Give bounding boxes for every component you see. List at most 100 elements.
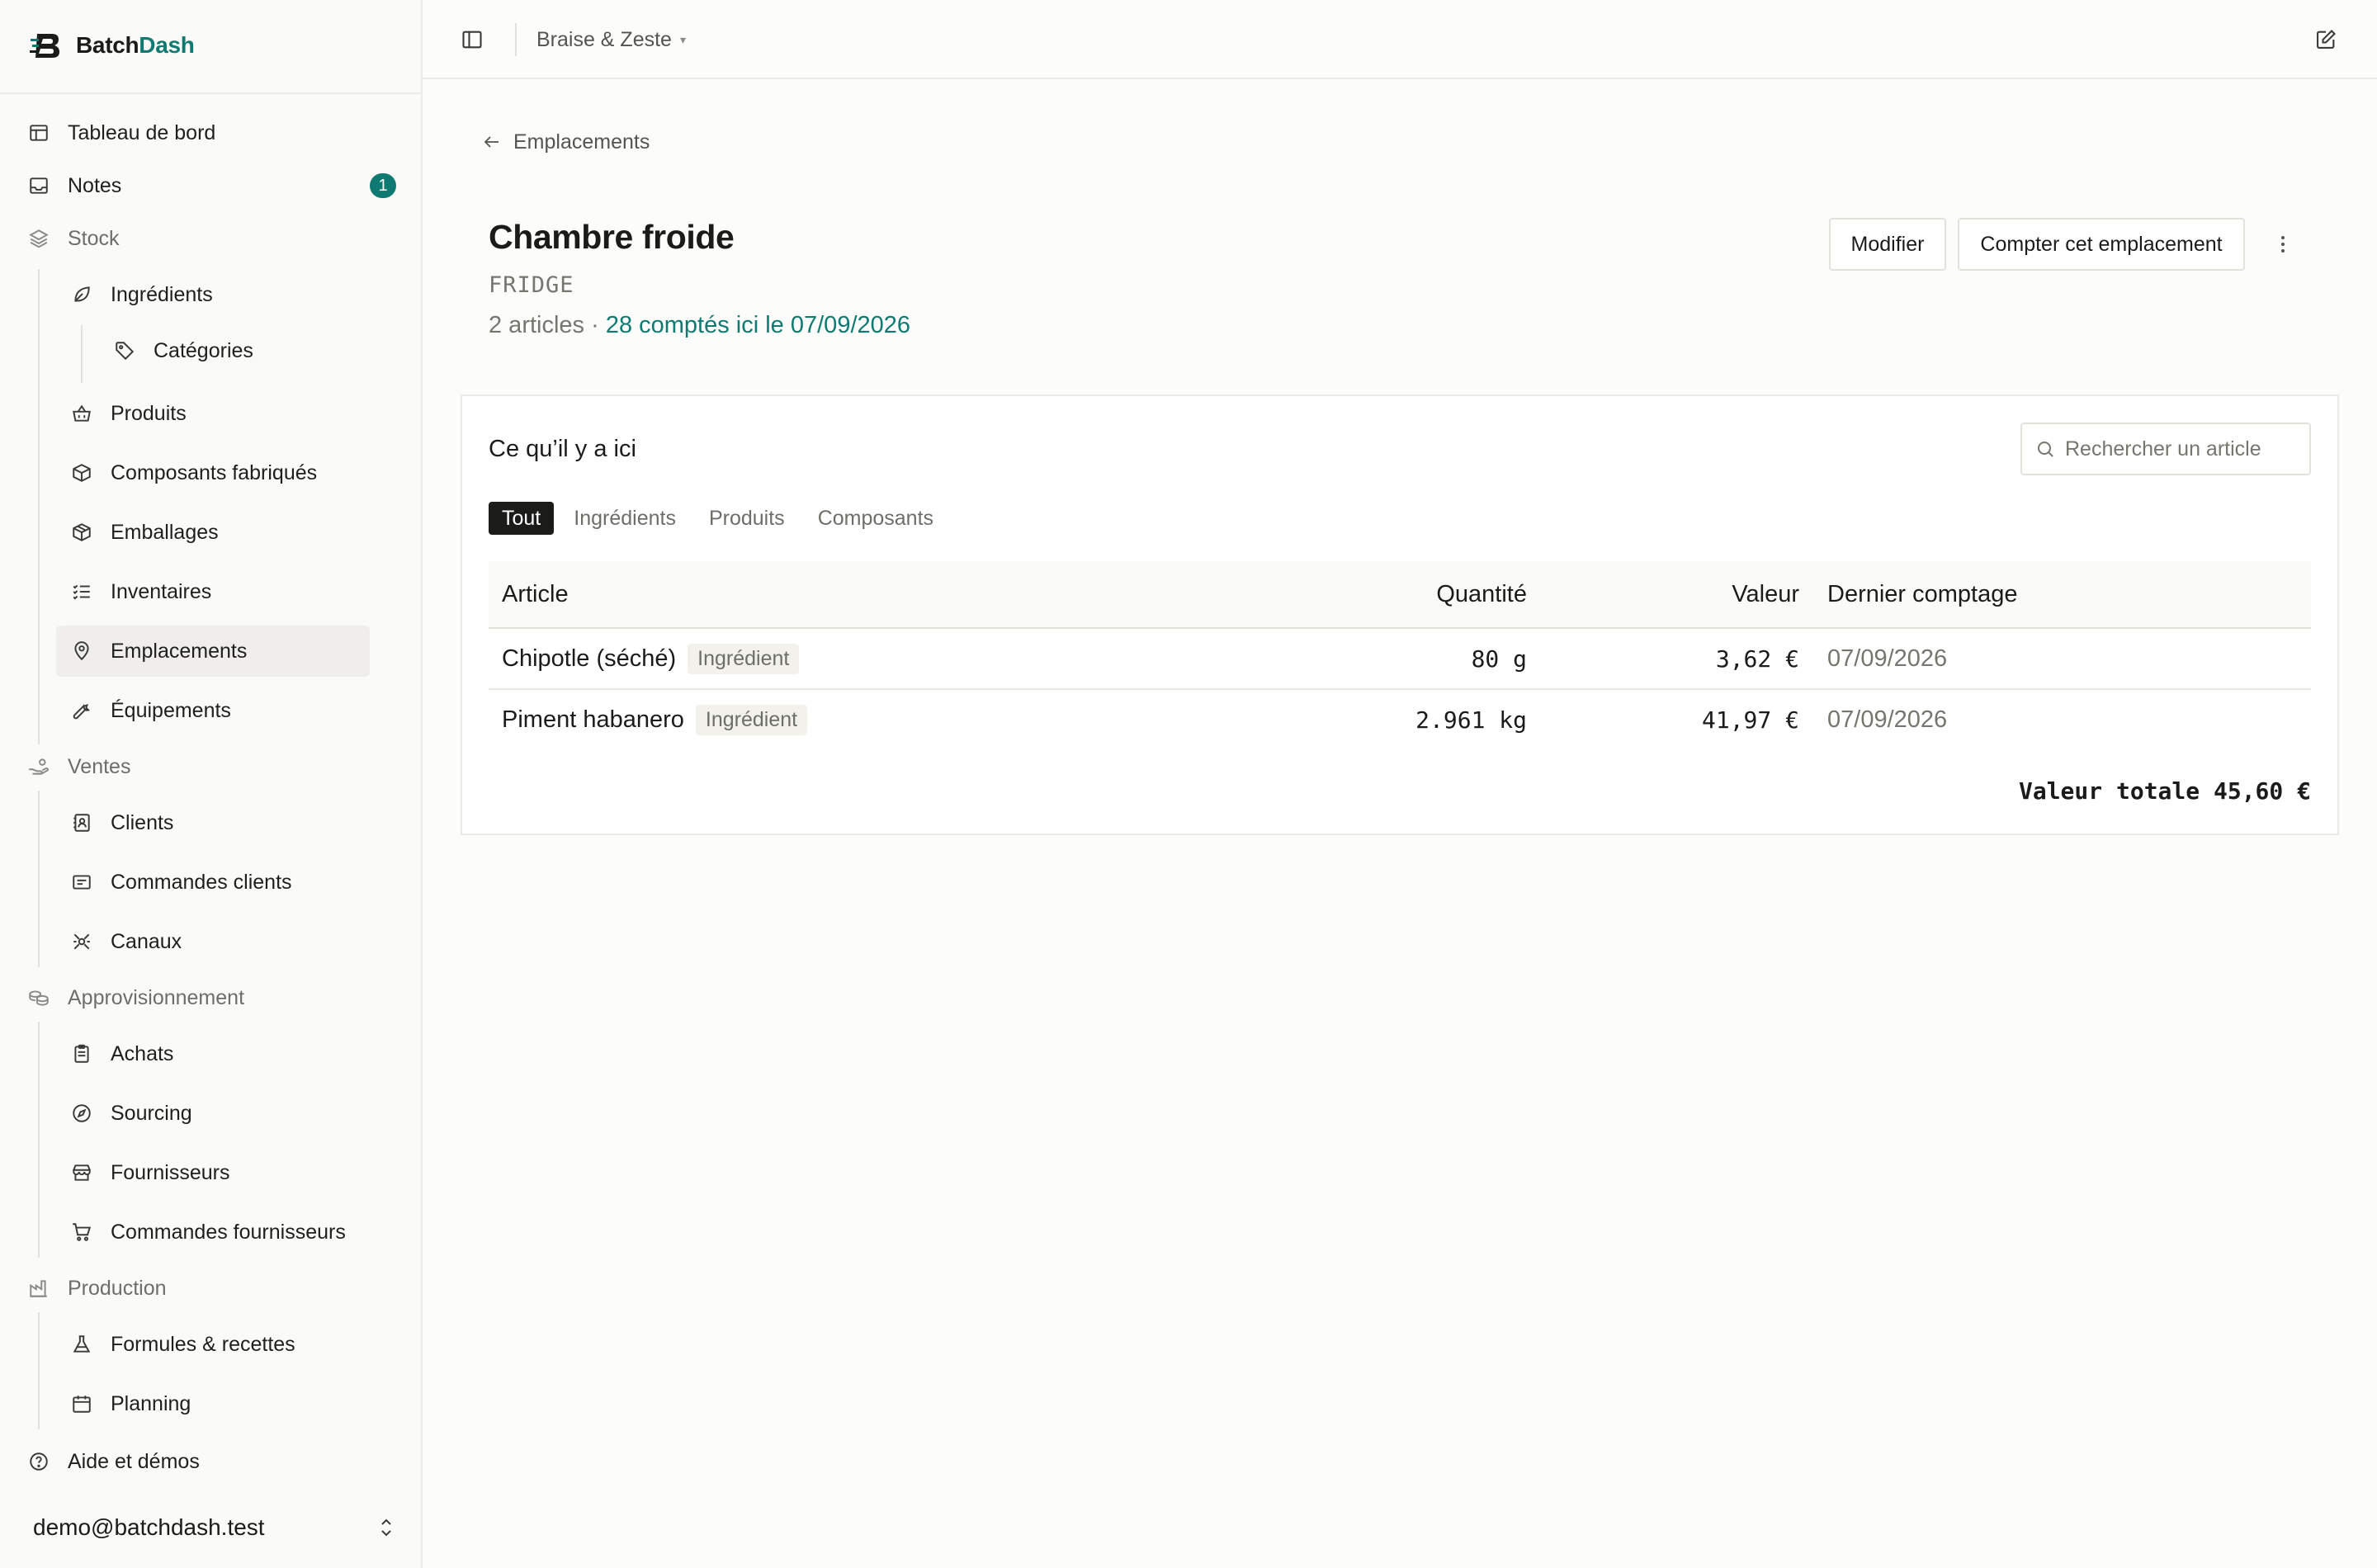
search-input[interactable] bbox=[2065, 437, 2280, 461]
tab-composants[interactable]: Composants bbox=[805, 502, 947, 535]
sidebar-section-ventes[interactable]: Ventes bbox=[26, 741, 396, 792]
sidebar-item-label: Sourcing bbox=[111, 1101, 192, 1125]
sidebar-item-label: Tableau de bord bbox=[68, 120, 216, 144]
sidebar-item-label: Planning bbox=[111, 1391, 191, 1415]
count-location-button[interactable]: Compter cet emplacement bbox=[1958, 218, 2245, 271]
sidebar-item-fournisseurs[interactable]: Fournisseurs bbox=[69, 1147, 370, 1198]
help-circle-icon bbox=[26, 1449, 51, 1474]
total-value: Valeur totale 45,60 € bbox=[2018, 777, 2311, 805]
sidebar-item-label: Formules & recettes bbox=[111, 1332, 295, 1356]
wrench-icon bbox=[69, 698, 94, 723]
sidebar-item-planning[interactable]: Planning bbox=[69, 1378, 370, 1429]
inbox-icon bbox=[26, 173, 51, 198]
sidebar-item-categories[interactable]: Catégories bbox=[112, 325, 370, 376]
sidebar-item-label: Équipements bbox=[111, 698, 231, 722]
edit-button[interactable]: Modifier bbox=[1829, 218, 1946, 271]
tree-guide bbox=[38, 791, 40, 967]
sidebar-item-equipements[interactable]: Équipements bbox=[69, 685, 370, 736]
contact-book-icon bbox=[69, 810, 94, 835]
sidebar-item-aide-et-demos[interactable]: Aide et démos bbox=[26, 1436, 396, 1487]
tab-produits[interactable]: Produits bbox=[696, 502, 798, 535]
sidebar-item-label: Notes bbox=[68, 173, 122, 197]
table-header: Article Quantité Valeur Dernier comptage bbox=[489, 561, 2311, 629]
sidebar-item-produits[interactable]: Produits bbox=[69, 388, 370, 439]
sidebar: BatchDash Tableau de bord Notes 1 Stock … bbox=[0, 0, 423, 1568]
table-row[interactable]: Chipotle (séché) Ingrédient 80 g 3,62 € … bbox=[489, 629, 2311, 690]
last-count-cell: 07/09/2026 bbox=[1827, 645, 1948, 672]
article-count: 2 articles · bbox=[489, 312, 606, 338]
sidebar-item-label: Production bbox=[68, 1276, 167, 1300]
store-icon bbox=[69, 1160, 94, 1185]
sidebar-item-formules-recettes[interactable]: Formules & recettes bbox=[69, 1319, 370, 1370]
last-count-link[interactable]: 28 comptés ici le 07/09/2026 bbox=[606, 312, 910, 338]
clipboard-icon bbox=[69, 1041, 94, 1066]
compose-button[interactable] bbox=[2311, 25, 2341, 54]
brand-name: BatchDash bbox=[76, 32, 195, 58]
sidebar-item-label: Commandes fournisseurs bbox=[111, 1220, 346, 1244]
sidebar-item-emballages[interactable]: Emballages bbox=[69, 507, 370, 558]
column-header-article[interactable]: Article bbox=[502, 561, 569, 627]
receipt-icon bbox=[69, 870, 94, 895]
sidebar-item-commandes-clients[interactable]: Commandes clients bbox=[69, 857, 370, 908]
arrow-left-icon bbox=[482, 132, 502, 152]
sidebar-item-ingredients[interactable]: Ingrédients bbox=[69, 269, 370, 320]
factory-icon bbox=[26, 1276, 51, 1301]
sidebar-item-sourcing[interactable]: Sourcing bbox=[69, 1088, 370, 1139]
sidebar-item-tableau-de-bord[interactable]: Tableau de bord bbox=[26, 107, 396, 158]
location-meta: 2 articles · 28 comptés ici le 07/09/202… bbox=[489, 312, 910, 339]
layout-icon bbox=[26, 120, 51, 145]
sidebar-item-inventaires[interactable]: Inventaires bbox=[69, 566, 370, 617]
flask-icon bbox=[69, 1332, 94, 1357]
workspace-switcher[interactable]: Braise & Zeste ▾ bbox=[536, 25, 686, 54]
divider bbox=[0, 92, 421, 94]
sidebar-item-emplacements[interactable]: Emplacements bbox=[56, 626, 370, 677]
back-link-label: Emplacements bbox=[513, 130, 650, 153]
column-header-dernier-comptage[interactable]: Dernier comptage bbox=[1827, 561, 2018, 627]
sidebar-section-stock[interactable]: Stock bbox=[26, 213, 396, 264]
quantity-cell: 80 g bbox=[1471, 645, 1527, 673]
sidebar-item-achats[interactable]: Achats bbox=[69, 1028, 370, 1079]
tree-guide bbox=[38, 1312, 40, 1429]
box-icon bbox=[69, 460, 94, 485]
card-title: Ce qu’il y a ici bbox=[489, 436, 636, 462]
column-header-valeur[interactable]: Valeur bbox=[1732, 561, 1799, 627]
sidebar-item-label: Canaux bbox=[111, 929, 182, 953]
sidebar-item-notes[interactable]: Notes 1 bbox=[26, 160, 396, 211]
sidebar-item-composants-fabriques[interactable]: Composants fabriqués bbox=[69, 447, 370, 498]
sidebar-section-production[interactable]: Production bbox=[26, 1263, 396, 1314]
sidebar-item-clients[interactable]: Clients bbox=[69, 797, 370, 848]
type-badge: Ingrédient bbox=[695, 704, 808, 735]
caret-down-icon: ▾ bbox=[679, 32, 686, 46]
tab-tout[interactable]: Tout bbox=[489, 502, 555, 535]
sidebar-item-label: Produits bbox=[111, 401, 187, 425]
column-header-quantite[interactable]: Quantité bbox=[1436, 561, 1527, 627]
sidebar-item-canaux[interactable]: Canaux bbox=[69, 916, 370, 967]
sidebar-item-label: Ventes bbox=[68, 754, 131, 778]
calendar-icon bbox=[69, 1391, 94, 1416]
search-field[interactable] bbox=[2020, 423, 2311, 475]
account-switcher[interactable]: demo@batchdash.test bbox=[33, 1507, 396, 1548]
coins-icon bbox=[26, 985, 51, 1010]
article-name: Chipotle (séché) bbox=[502, 645, 677, 672]
sidebar-section-approvisionnement[interactable]: Approvisionnement bbox=[26, 972, 396, 1023]
map-pin-icon bbox=[69, 639, 94, 664]
sidebar-toggle-button[interactable] bbox=[457, 25, 487, 54]
package-icon bbox=[69, 520, 94, 545]
chevrons-up-down-icon bbox=[376, 1515, 396, 1540]
items-table: Article Quantité Valeur Dernier comptage… bbox=[489, 561, 2311, 751]
search-icon bbox=[2035, 439, 2055, 459]
hand-coins-icon bbox=[26, 754, 51, 779]
brand[interactable]: BatchDash bbox=[30, 26, 195, 64]
sidebar-item-commandes-fournisseurs[interactable]: Commandes fournisseurs bbox=[69, 1207, 370, 1258]
article-name: Piment habanero bbox=[502, 706, 684, 733]
notification-badge: 1 bbox=[370, 173, 396, 198]
location-code: FRIDGE bbox=[489, 272, 574, 298]
article-cell: Chipotle (séché) Ingrédient bbox=[502, 629, 800, 688]
tab-ingredients[interactable]: Ingrédients bbox=[560, 502, 689, 535]
sidebar-item-label: Composants fabriqués bbox=[111, 460, 318, 484]
leaf-icon bbox=[69, 282, 94, 307]
back-link[interactable]: Emplacements bbox=[482, 127, 650, 157]
table-row[interactable]: Piment habanero Ingrédient 2.961 kg 41,9… bbox=[489, 690, 2311, 751]
more-actions-button[interactable] bbox=[2266, 228, 2299, 261]
layers-icon bbox=[26, 226, 51, 251]
